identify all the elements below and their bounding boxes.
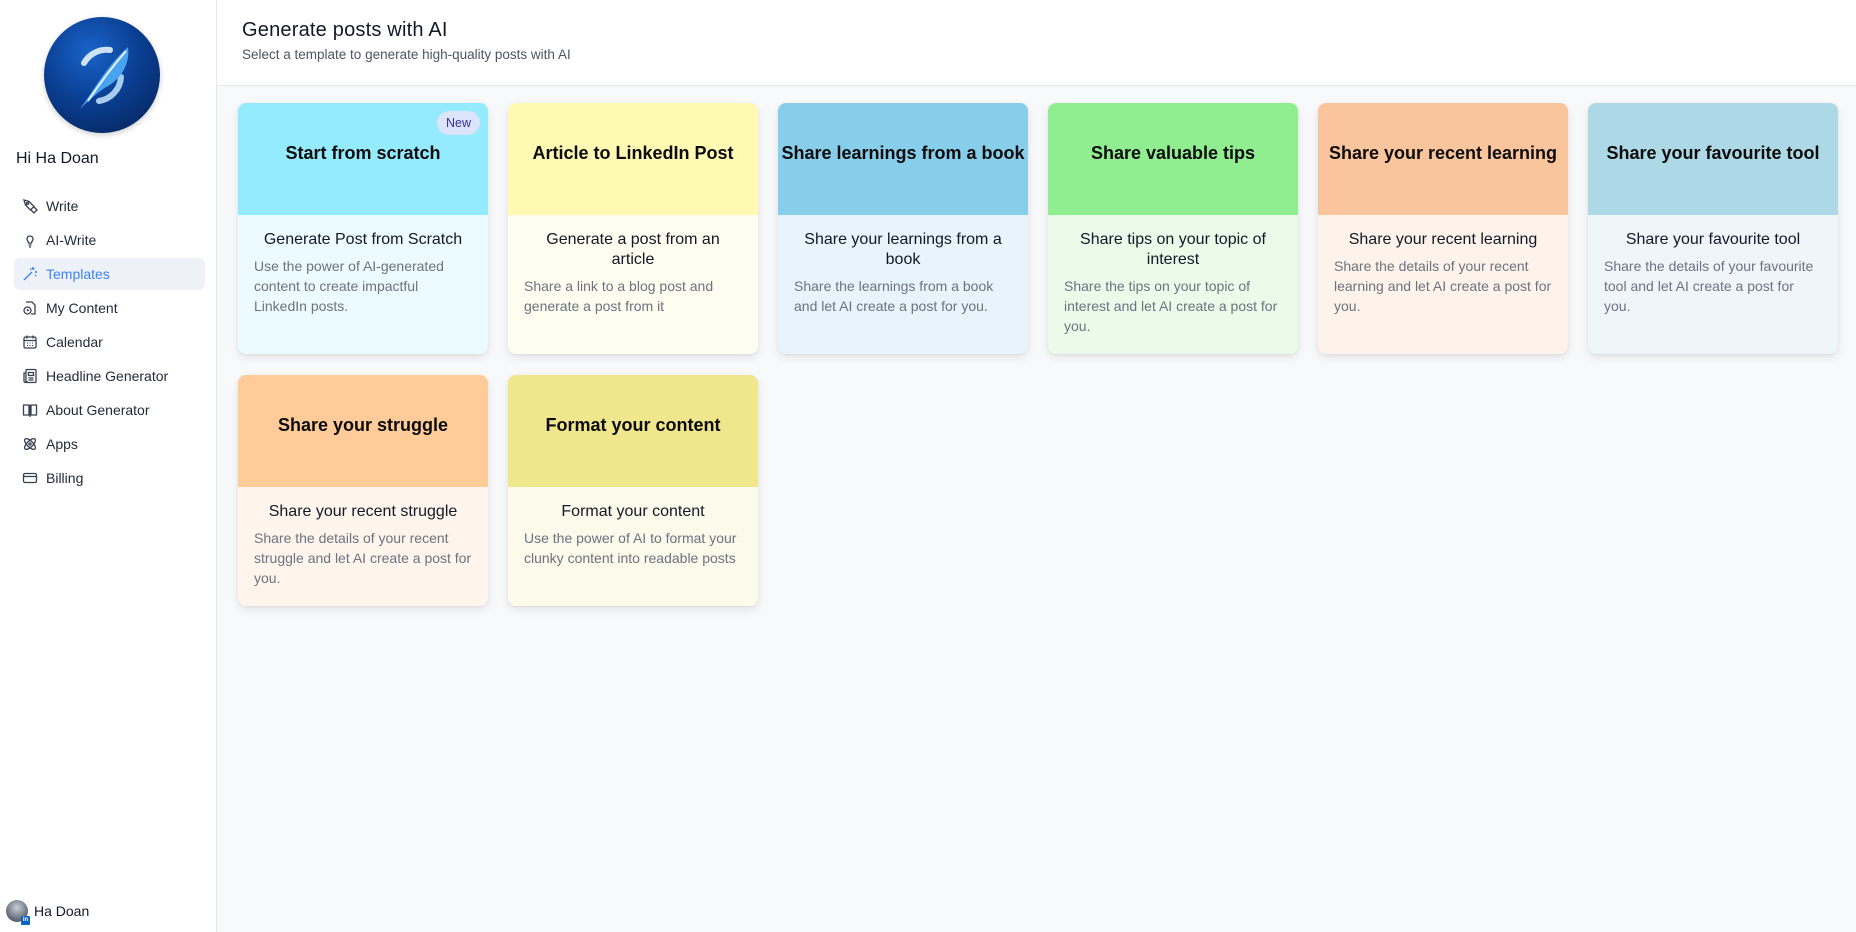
card-body: Share your recent struggle Share the det…	[238, 487, 488, 606]
template-card-article-to-linkedin-post[interactable]: Article to LinkedIn Post Generate a post…	[508, 103, 758, 354]
card-header-title: Share valuable tips	[1090, 142, 1256, 163]
card-body: Share tips on your topic of interest Sha…	[1048, 215, 1298, 354]
template-card-format-your-content[interactable]: Format your content Format your content …	[508, 375, 758, 606]
sidebar-item-billing[interactable]: Billing	[14, 462, 205, 494]
template-card-share-recent-learning[interactable]: Share your recent learning Share your re…	[1318, 103, 1568, 354]
card-title: Share tips on your topic of interest	[1080, 231, 1266, 268]
avatar: in	[6, 900, 30, 925]
card-body: Generate a post from an article Share a …	[508, 215, 758, 354]
card-title: Share your favourite tool	[1625, 231, 1801, 248]
sidebar-item-label: Calendar	[46, 334, 103, 350]
sidebar-item-label: Write	[46, 198, 79, 214]
card-header: Share your struggle	[238, 375, 488, 487]
sidebar-item-label: My Content	[46, 300, 118, 316]
card-header: Format your content	[508, 375, 758, 487]
card-title: Share your recent learning	[1348, 231, 1538, 248]
card-title: Share your recent struggle	[268, 503, 458, 520]
page-header: Generate posts with AI Select a template…	[217, 0, 1856, 86]
new-badge: New	[436, 111, 480, 135]
sidebar-item-label: Billing	[46, 470, 84, 486]
open-book-icon	[22, 402, 38, 418]
user-profile[interactable]: in Ha Doan	[6, 900, 90, 925]
card-title: Generate a post from an article	[546, 231, 720, 268]
template-grid: Start from scratch Generate Post from Sc…	[238, 103, 1838, 606]
card-description: Share the details of your recent struggl…	[254, 530, 472, 586]
feather-logo-icon	[80, 46, 129, 109]
card-header: Share your recent learning	[1318, 103, 1568, 215]
card-header-title: Article to LinkedIn Post	[532, 142, 734, 163]
card-body: Format your content Use the power of AI …	[508, 487, 758, 606]
magic-wand-icon	[22, 266, 38, 282]
calendar-icon	[22, 334, 38, 350]
card-header: Share valuable tips	[1048, 103, 1298, 215]
card-header-title: Share your recent learning	[1328, 142, 1558, 163]
greeting: Hi Ha Doan	[16, 150, 99, 167]
template-card-share-your-struggle[interactable]: Share your struggle Share your recent st…	[238, 375, 488, 606]
card-header: Share learnings from a book	[778, 103, 1028, 215]
sidebar-item-label: AI-Write	[46, 232, 97, 248]
lightbulb-icon	[22, 232, 38, 248]
page-title: Generate posts with AI	[242, 19, 448, 41]
card-description: Share the learnings from a book and let …	[794, 278, 994, 314]
linkedin-icon: in	[21, 916, 30, 925]
page-subtitle: Select a template to generate high-quali…	[242, 47, 571, 62]
sidebar-item-calendar[interactable]: Calendar	[14, 326, 205, 358]
card-header-title: Share your favourite tool	[1606, 142, 1820, 163]
sidebar-item-apps[interactable]: Apps	[14, 428, 205, 460]
card-description: Share the details of your recent learnin…	[1334, 258, 1552, 314]
sidebar-item-my-content[interactable]: My Content	[14, 292, 205, 324]
template-card-share-favourite-tool[interactable]: Share your favourite tool Share your fav…	[1588, 103, 1838, 354]
card-description: Share the details of your favourite tool…	[1604, 258, 1814, 314]
sidebar-item-write[interactable]: Write	[14, 190, 205, 222]
card-header-title: Start from scratch	[285, 142, 441, 163]
template-card-share-valuable-tips[interactable]: Share valuable tips Share tips on your t…	[1048, 103, 1298, 354]
user-name: Ha Doan	[34, 903, 90, 919]
card-description: Share the tips on your topic of interest…	[1064, 278, 1278, 334]
card-header: Share your favourite tool	[1588, 103, 1838, 215]
pen-nib-icon	[22, 198, 38, 214]
card-body: Share your favourite tool Share the deta…	[1588, 215, 1838, 354]
card-header-title: Share your struggle	[277, 414, 449, 435]
app-logo[interactable]	[44, 17, 160, 133]
sidebar-item-label: About Generator	[46, 402, 150, 418]
credit-card-icon	[22, 470, 38, 486]
card-header-title: Format your content	[545, 414, 721, 435]
card-description: Share a link to a blog post and generate…	[524, 278, 714, 314]
sidebar-item-templates[interactable]: Templates	[14, 258, 205, 290]
sidebar-item-headline-generator[interactable]: Headline Generator	[14, 360, 205, 392]
card-header-title: Share learnings from a book	[781, 142, 1025, 163]
newspaper-icon	[22, 368, 38, 384]
card-description: Use the power of AI to format your clunk…	[524, 530, 737, 566]
card-body: Share your learnings from a book Share t…	[778, 215, 1028, 354]
card-description: Use the power of AI-generated content to…	[254, 258, 444, 314]
sidebar-item-about-generator[interactable]: About Generator	[14, 394, 205, 426]
content-file-icon	[22, 300, 38, 316]
card-body: Generate Post from Scratch Use the power…	[238, 215, 488, 354]
template-card-share-learnings-from-book[interactable]: Share learnings from a book Share your l…	[778, 103, 1028, 354]
card-title: Format your content	[561, 503, 705, 520]
card-header: Article to LinkedIn Post	[508, 103, 758, 215]
template-card-start-from-scratch[interactable]: Start from scratch Generate Post from Sc…	[238, 103, 488, 354]
sidebar: Hi Ha Doan Write AI-Write Templates My C…	[0, 0, 217, 932]
sidebar-item-label: Apps	[46, 436, 78, 452]
sidebar-nav: Write AI-Write Templates My Content Cale…	[14, 190, 205, 496]
sidebar-item-label: Headline Generator	[46, 368, 169, 384]
card-title: Share your learnings from a book	[804, 231, 1002, 268]
card-title: Generate Post from Scratch	[263, 231, 463, 248]
atom-icon	[22, 436, 38, 452]
sidebar-item-label: Templates	[46, 266, 110, 282]
sidebar-item-ai-write[interactable]: AI-Write	[14, 224, 205, 256]
card-body: Share your recent learning Share the det…	[1318, 215, 1568, 354]
